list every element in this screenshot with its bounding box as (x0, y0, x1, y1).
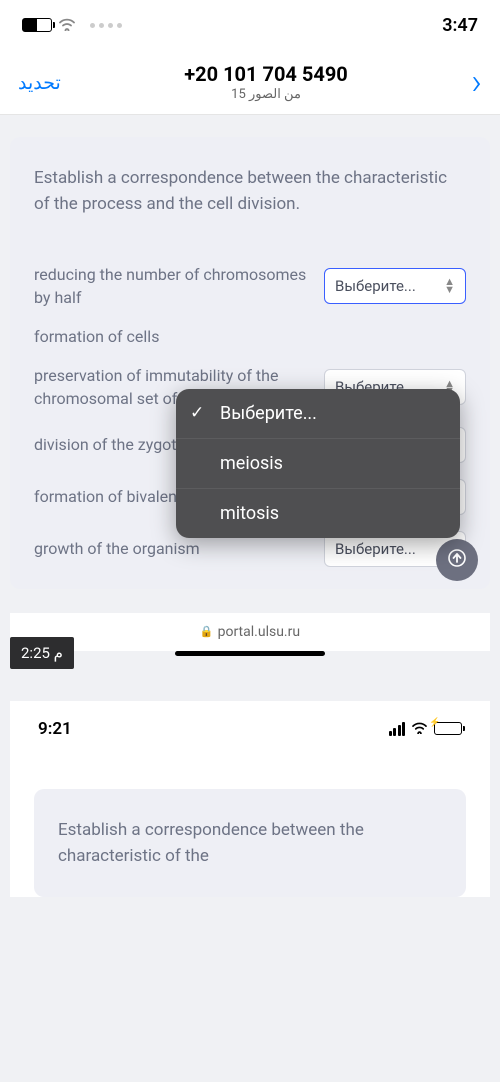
matching-row: reducing the number of chromosomes by ha… (34, 263, 466, 309)
row-label: growth of the organism (34, 537, 310, 560)
popup-option-selected[interactable]: ✓ Выберите... (176, 389, 460, 438)
battery-charging-icon: ⚡ (434, 722, 462, 735)
nav-bar: تحديد +20 101 704 5490 15 من الصور › (0, 50, 500, 115)
question-card: Establish a correspondence between the c… (10, 137, 490, 589)
wifi-icon (58, 16, 76, 35)
select-value: Выберите... (335, 540, 416, 558)
second-screenshot: 9:21 ⚡ Establish a correspondence betwee… (10, 701, 490, 898)
stepper-icon: ▲▼ (444, 278, 455, 293)
second-status-icons: ⚡ (389, 720, 463, 738)
home-indicator (175, 651, 325, 656)
second-question-card: Establish a correspondence between the c… (34, 789, 466, 898)
dropdown-popup: ✓ Выберите... meiosis mitosis (176, 389, 460, 538)
status-left (22, 16, 122, 35)
video-timestamp: م 2:25 (10, 637, 74, 669)
select-dropdown[interactable]: Выберите... ▲▼ (324, 268, 466, 304)
wifi-icon (411, 720, 428, 738)
matching-row: formation of cells (34, 325, 466, 348)
status-bar: 3:47 (0, 0, 500, 50)
url-bar[interactable]: 🔒 portal.ulsu.ru م 2:25 (10, 613, 490, 651)
signal-icon (389, 722, 406, 736)
lock-icon: 🔒 (200, 625, 214, 638)
checkmark-icon: ✓ (190, 403, 204, 423)
question-text: Establish a correspondence between the c… (34, 165, 466, 218)
contact-title: +20 101 704 5490 (61, 62, 471, 86)
nav-center: +20 101 704 5490 15 من الصور (61, 62, 471, 102)
select-action[interactable]: تحديد (18, 71, 61, 94)
scroll-top-button[interactable] (436, 539, 478, 581)
popup-option-label: mitosis (220, 503, 279, 524)
clock: 3:47 (442, 15, 478, 36)
popup-option[interactable]: meiosis (176, 438, 460, 488)
url-text: portal.ulsu.ru (218, 624, 300, 640)
arrow-up-icon (448, 548, 466, 572)
second-question-text: Establish a correspondence between the c… (58, 817, 442, 870)
row-label: formation of cells (34, 325, 466, 348)
app-dots (90, 23, 122, 28)
back-chevron-icon[interactable]: › (471, 64, 482, 100)
popup-option[interactable]: mitosis (176, 488, 460, 538)
row-label: reducing the number of chromosomes by ha… (34, 263, 310, 309)
popup-option-label: Выберите... (220, 403, 317, 424)
popup-option-label: meiosis (220, 453, 283, 474)
battery-icon (22, 18, 52, 32)
second-clock: 9:21 (38, 719, 72, 739)
bottom-fade (0, 1058, 500, 1082)
select-value: Выберите... (335, 277, 416, 295)
photo-count: 15 من الصور (61, 87, 471, 102)
content-area: Establish a correspondence between the c… (0, 115, 500, 897)
second-status-bar: 9:21 ⚡ (34, 715, 466, 779)
